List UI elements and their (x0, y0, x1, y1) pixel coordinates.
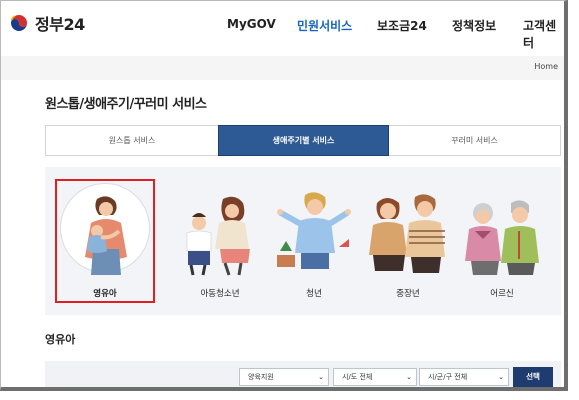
stage-child-label: 아동청소년 (200, 289, 240, 299)
stage-youth[interactable]: 청년 (265, 185, 363, 321)
youth-icon (277, 192, 351, 269)
stage-senior-label: 어르신 (490, 289, 514, 299)
stage-youth-label: 청년 (306, 289, 322, 299)
site-logo[interactable]: 정부24 (7, 11, 85, 35)
tab-onestop[interactable]: 원스톱 서비스 (46, 126, 218, 155)
category-select-value: 양육지원 (248, 373, 274, 381)
breadcrumb: Home (1, 56, 564, 80)
section-title: 영유아 (45, 333, 76, 346)
site-header: 정부24 MyGOV 민원서비스 보조금24 정책정보 고객센터 (1, 1, 564, 51)
taegeuk-emblem-icon (8, 12, 30, 34)
province-select[interactable]: 시/도 전체 ⌄ (333, 368, 417, 386)
chevron-down-icon: ⌄ (406, 373, 412, 381)
province-select-value: 시/도 전체 (342, 373, 373, 381)
nav-customer-center[interactable]: 고객센터 (523, 17, 564, 51)
chevron-down-icon: ⌄ (498, 373, 504, 381)
stage-middle-age-label: 중장년 (396, 289, 420, 299)
selected-stage-highlight (55, 179, 155, 303)
children-icon (186, 196, 250, 276)
tab-package[interactable]: 꾸러미 서비스 (389, 126, 560, 155)
breadcrumb-home[interactable]: Home (534, 62, 558, 71)
district-select-value: 시/군/구 전체 (428, 373, 468, 381)
stage-senior[interactable]: 어르신 (453, 185, 551, 321)
senior-couple-icon (465, 200, 539, 275)
chevron-down-icon: ⌄ (318, 373, 324, 381)
middle-age-couple-icon (369, 194, 445, 273)
tab-lifecycle[interactable]: 생애주기별 서비스 (218, 125, 389, 156)
browser-frame: 정부24 MyGOV 민원서비스 보조금24 정책정보 고객센터 Home 원스… (0, 0, 568, 391)
page-title: 원스톱/생애주기/꾸러미 서비스 (45, 97, 207, 112)
nav-mygov[interactable]: MyGOV (227, 17, 276, 31)
logo-text: 정부24 (35, 15, 85, 34)
district-select[interactable]: 시/군/구 전체 ⌄ (419, 368, 509, 386)
nav-policy-info[interactable]: 정책정보 (452, 17, 496, 34)
stage-middle-age[interactable]: 중장년 (359, 185, 457, 321)
stage-child[interactable]: 아동청소년 (171, 185, 269, 321)
select-button[interactable]: 선택 (513, 367, 553, 387)
life-stage-panel: 영유아 아동청소년 청년 중장년 어르신 (45, 167, 561, 315)
filter-bar: 양육지원 ⌄ 시/도 전체 ⌄ 시/군/구 전체 ⌄ 선택 (45, 361, 561, 387)
service-tabs: 원스톱 서비스 생애주기별 서비스 꾸러미 서비스 (45, 125, 561, 156)
nav-subsidy24[interactable]: 보조금24 (377, 17, 427, 34)
category-select[interactable]: 양육지원 ⌄ (239, 368, 329, 386)
nav-civil-service[interactable]: 민원서비스 (297, 17, 352, 34)
